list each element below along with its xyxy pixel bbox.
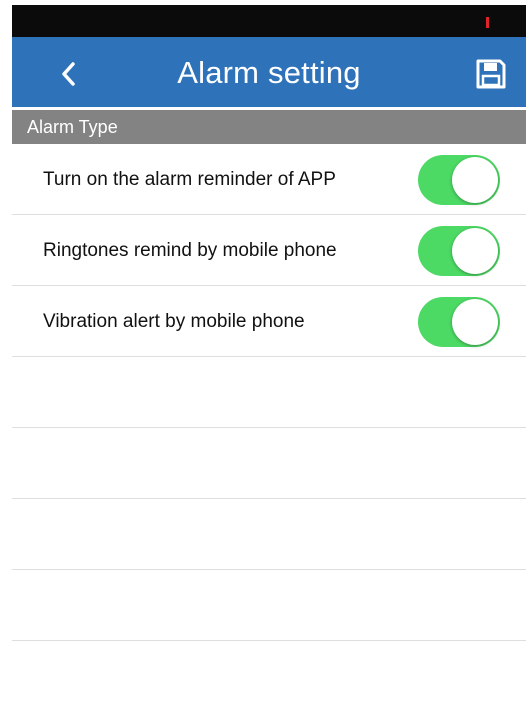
ringtone-toggle[interactable] — [418, 226, 500, 276]
app-alarm-toggle[interactable] — [418, 155, 500, 205]
navigation-bar: Alarm setting — [12, 37, 526, 107]
empty-row — [12, 428, 526, 499]
settings-list: Turn on the alarm reminder of APP Ringto… — [12, 144, 526, 641]
save-button[interactable] — [474, 57, 508, 91]
setting-label: Vibration alert by mobile phone — [43, 311, 305, 332]
status-bar — [12, 5, 526, 37]
floppy-disk-icon — [476, 59, 506, 89]
toggle-knob — [452, 228, 498, 274]
setting-label: Turn on the alarm reminder of APP — [43, 169, 336, 190]
empty-row — [12, 570, 526, 641]
setting-row-app-alarm: Turn on the alarm reminder of APP — [12, 144, 526, 215]
section-header: Alarm Type — [12, 110, 526, 144]
empty-row — [12, 357, 526, 428]
toggle-knob — [452, 157, 498, 203]
toggle-knob — [452, 299, 498, 345]
setting-label: Ringtones remind by mobile phone — [43, 240, 337, 261]
setting-row-ringtone: Ringtones remind by mobile phone — [12, 215, 526, 286]
empty-row — [12, 499, 526, 570]
vibration-toggle[interactable] — [418, 297, 500, 347]
setting-row-vibration: Vibration alert by mobile phone — [12, 286, 526, 357]
battery-icon — [486, 17, 489, 28]
page-title: Alarm setting — [177, 55, 361, 90]
